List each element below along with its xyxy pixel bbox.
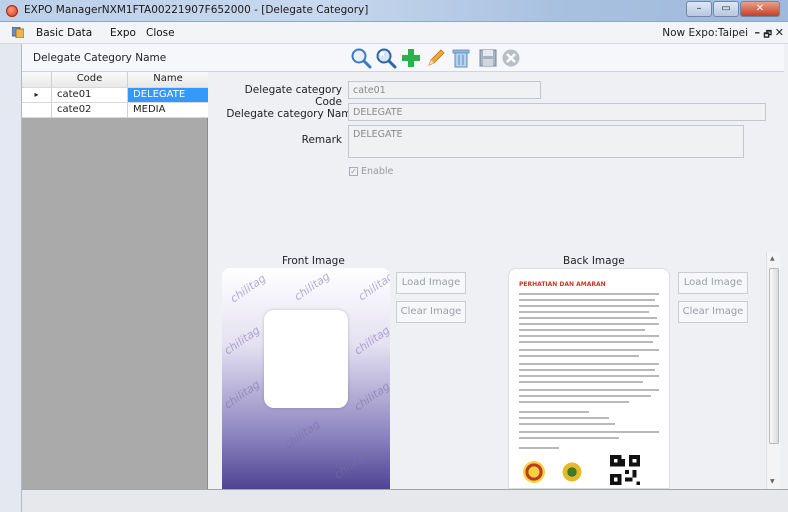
cell-code[interactable]: cate01 xyxy=(52,88,128,102)
watermark: chilitag xyxy=(222,323,263,358)
minimize-button[interactable]: – xyxy=(686,1,712,17)
delete-icon[interactable] xyxy=(450,47,472,69)
table-row[interactable]: ▸ cate01 DELEGATE xyxy=(22,88,208,103)
window-title: EXPO ManagerNXM1FTA00221907F652000 - [De… xyxy=(24,4,369,16)
status-bar xyxy=(22,489,788,512)
back-image-preview: PERHATIAN DAN AMARAN xyxy=(508,268,670,489)
watermark: chilitag xyxy=(355,269,390,304)
name-field[interactable]: DELEGATE xyxy=(348,103,766,121)
cell-name[interactable]: MEDIA xyxy=(128,103,208,117)
watermark: chilitag xyxy=(291,269,333,304)
cell-name[interactable]: DELEGATE xyxy=(128,88,208,102)
menu-expo[interactable]: Expo xyxy=(110,27,136,39)
grid-header-code[interactable]: Code xyxy=(52,72,128,87)
category-list-pane: Code Name ▸ cate01 DELEGATE cate02 MEDIA xyxy=(22,72,208,489)
watermark: chilitag xyxy=(281,417,323,452)
cell-code[interactable]: cate02 xyxy=(52,103,128,117)
grid-header-name[interactable]: Name xyxy=(128,72,208,87)
code-label: Delegate category Code xyxy=(244,84,342,108)
mdi-frame-left xyxy=(0,44,22,512)
front-clear-image-button[interactable]: Clear Image xyxy=(396,301,466,323)
menu-close[interactable]: Close xyxy=(146,27,175,39)
watermark: chilitag xyxy=(227,271,269,306)
menu-bar: Basic Data Expo Close Now Expo:Taipei – … xyxy=(0,22,788,44)
app-icon xyxy=(6,5,18,17)
front-image-preview: chilitag chilitag chilitag chilitag chil… xyxy=(222,268,390,489)
cancel-icon[interactable] xyxy=(500,47,522,69)
back-heading: PERHATIAN DAN AMARAN xyxy=(519,281,606,288)
qr-code-icon xyxy=(610,455,640,485)
enable-checkbox[interactable]: ✓ Enable xyxy=(349,166,393,177)
edit-icon[interactable] xyxy=(425,47,447,69)
front-load-image-button[interactable]: Load Image xyxy=(396,272,466,294)
row-selector xyxy=(22,103,52,117)
vertical-scrollbar[interactable]: ▲ ▼ xyxy=(766,252,780,489)
scroll-down-icon[interactable]: ▼ xyxy=(770,478,775,485)
form-title: Delegate Category Name xyxy=(33,52,167,64)
toolbar: Delegate Category Name xyxy=(22,44,784,72)
watermark: chilitag xyxy=(351,379,390,414)
now-expo-label: Now Expo:Taipei xyxy=(662,27,748,39)
scroll-up-icon[interactable]: ▲ xyxy=(770,255,775,262)
remark-label: Remark xyxy=(301,134,342,146)
remark-field[interactable]: DELEGATE xyxy=(348,125,744,158)
mdi-close-button[interactable]: ✕ xyxy=(775,26,784,39)
close-window-button[interactable]: ✕ xyxy=(740,1,780,17)
table-row[interactable]: cate02 MEDIA xyxy=(22,103,208,118)
watermark: chilitag xyxy=(351,323,390,358)
window-controls: – ▭ ✕ xyxy=(685,1,780,17)
mdi-restore-button[interactable]: 🗗 xyxy=(764,27,772,43)
crest-icon xyxy=(561,461,583,483)
grid-header: Code Name xyxy=(22,72,208,88)
mdi-minimize-button[interactable]: – xyxy=(755,26,761,39)
title-bar: EXPO ManagerNXM1FTA00221907F652000 - [De… xyxy=(0,0,788,22)
check-icon: ✓ xyxy=(349,167,358,176)
back-load-image-button[interactable]: Load Image xyxy=(678,272,748,294)
back-image-label: Back Image xyxy=(563,255,625,267)
name-label: Delegate category Name xyxy=(226,108,358,120)
grid-header-selector xyxy=(22,72,52,87)
front-image-label: Front Image xyxy=(282,255,345,267)
detail-form: Delegate category Code cate01 Delegate c… xyxy=(209,72,784,489)
scrollbar-thumb[interactable] xyxy=(769,268,779,444)
document-icon xyxy=(12,27,24,38)
maximize-button[interactable]: ▭ xyxy=(713,1,739,17)
save-icon[interactable] xyxy=(477,47,499,69)
zoom-icon[interactable] xyxy=(375,47,397,69)
watermark: chilitag xyxy=(331,447,373,482)
menu-basic-data[interactable]: Basic Data xyxy=(36,27,92,39)
watermark: chilitag xyxy=(222,377,263,412)
code-field[interactable]: cate01 xyxy=(348,81,541,99)
category-grid: Code Name ▸ cate01 DELEGATE cate02 MEDIA xyxy=(22,72,208,118)
add-icon[interactable] xyxy=(400,47,422,69)
search-icon[interactable] xyxy=(350,47,372,69)
current-row-marker: ▸ xyxy=(22,88,52,102)
back-clear-image-button[interactable]: Clear Image xyxy=(678,301,748,323)
enable-label: Enable xyxy=(361,166,394,177)
photo-placeholder xyxy=(264,310,348,408)
seal-icon xyxy=(523,461,545,483)
